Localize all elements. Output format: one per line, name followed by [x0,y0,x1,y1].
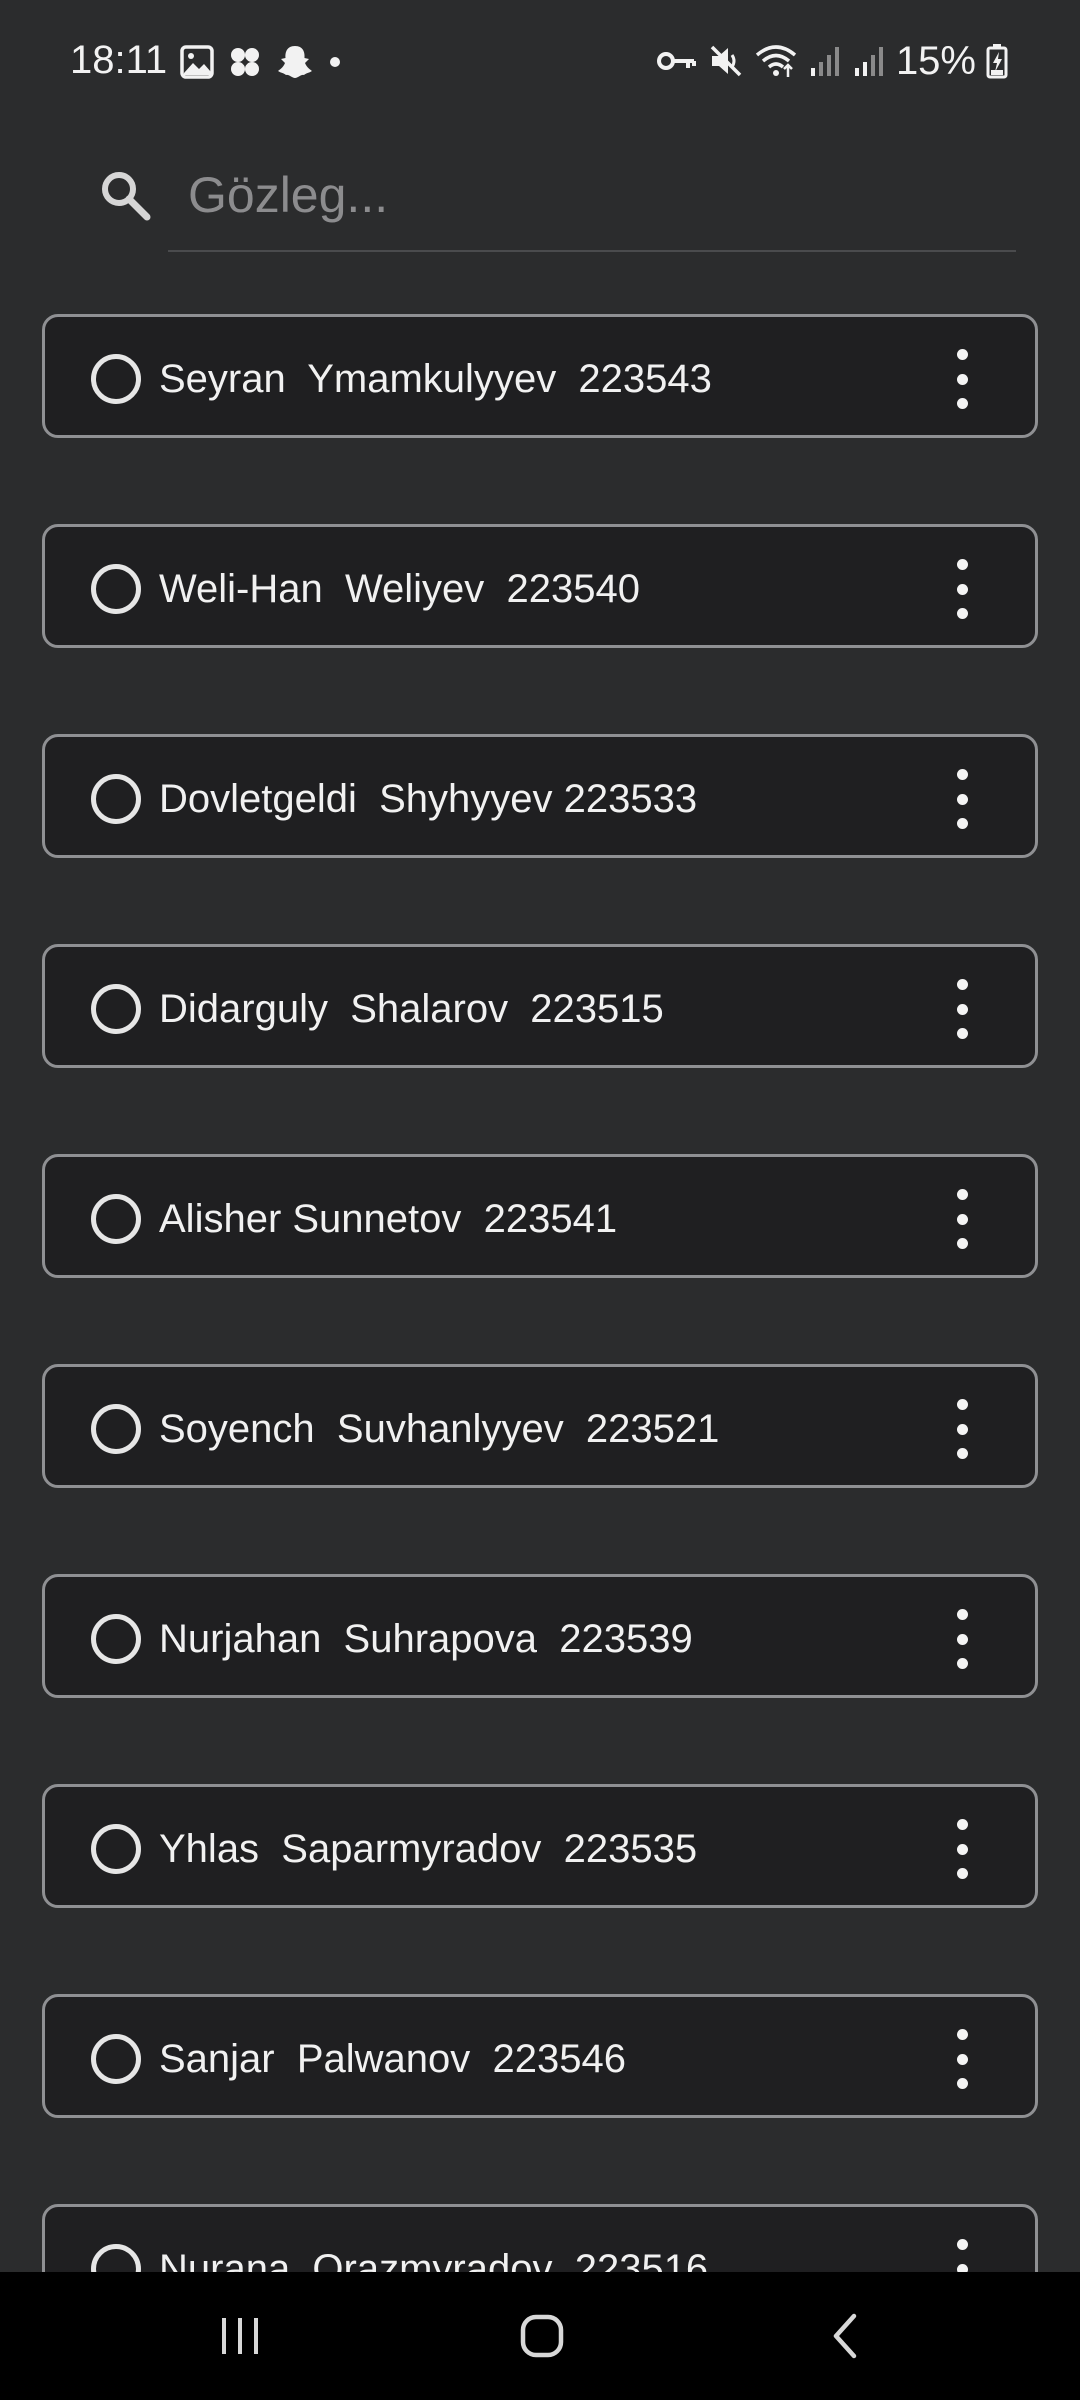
list-item[interactable]: Soyench Suvhanlyyev 223521 [42,1364,1038,1488]
more-options-icon[interactable] [947,979,977,1039]
item-label: Nurjahan Suhrapova 223539 [159,1617,693,1661]
list-item[interactable]: Alisher Sunnetov 223541 [42,1154,1038,1278]
more-options-icon[interactable] [947,1399,977,1459]
list-item[interactable]: Sanjar Palwanov 223546 [42,1994,1038,2118]
navigation-bar [0,2272,1080,2400]
item-label: Weli-Han Weliyev 223540 [159,567,640,611]
system-icons: 15% [656,38,1008,84]
app-screen: 18:11 15% Gözleg... Seyran Ymamkulyyev 2… [0,0,1080,2400]
notification-icons [180,42,342,82]
item-label: Seyran Ymamkulyyev 223543 [159,357,712,401]
gallery-icon [180,45,214,79]
signal-icon [808,44,842,78]
student-list: Seyran Ymamkulyyev 223543 Weli-Han Weliy… [42,314,1038,2400]
more-options-icon[interactable] [947,349,977,409]
more-options-icon[interactable] [947,1609,977,1669]
radio-button[interactable] [91,774,141,824]
search-icon[interactable] [98,168,154,229]
radio-button[interactable] [91,354,141,404]
vpn-key-icon [656,46,698,76]
radio-button[interactable] [91,1824,141,1874]
more-options-icon[interactable] [947,559,977,619]
list-item[interactable]: Didarguly Shalarov 223515 [42,944,1038,1068]
battery-icon [986,43,1008,79]
item-label: Sanjar Palwanov 223546 [159,2037,626,2081]
snapchat-icon [276,44,314,80]
battery-percentage: 15% [895,38,976,83]
item-label: Alisher Sunnetov 223541 [159,1197,618,1241]
dot-icon [328,55,342,69]
list-item[interactable]: Yhlas Saparmyradov 223535 [42,1784,1038,1908]
list-item[interactable]: Weli-Han Weliyev 223540 [42,524,1038,648]
search-bar [0,140,1080,260]
more-options-icon[interactable] [947,1189,977,1249]
list-item[interactable]: Seyran Ymamkulyyev 223543 [42,314,1038,438]
item-label: Dovletgeldi Shyhyyev 223533 [159,777,698,821]
recent-apps-icon[interactable] [170,2272,310,2400]
list-item[interactable]: Dovletgeldi Shyhyyev 223533 [42,734,1038,858]
item-label: Didarguly Shalarov 223515 [159,987,664,1031]
more-options-icon[interactable] [947,1819,977,1879]
search-input[interactable] [168,140,1016,252]
more-options-icon[interactable] [947,769,977,829]
more-options-icon[interactable] [947,2029,977,2089]
list-item[interactable]: Nurjahan Suhrapova 223539 [42,1574,1038,1698]
radio-button[interactable] [91,984,141,1034]
pinwheel-icon [228,45,262,79]
mute-icon [708,43,744,79]
radio-button[interactable] [91,564,141,614]
back-icon[interactable] [776,2272,916,2400]
radio-button[interactable] [91,1404,141,1454]
radio-button[interactable] [91,1614,141,1664]
wifi-icon [754,43,798,79]
item-label: Soyench Suvhanlyyev 223521 [159,1407,720,1451]
radio-button[interactable] [91,2034,141,2084]
home-icon[interactable] [472,2272,612,2400]
status-time: 18:11 [70,38,168,82]
radio-button[interactable] [91,1194,141,1244]
signal-icon [852,44,886,78]
status-bar: 18:11 15% [0,0,1080,120]
item-label: Yhlas Saparmyradov 223535 [159,1827,698,1871]
